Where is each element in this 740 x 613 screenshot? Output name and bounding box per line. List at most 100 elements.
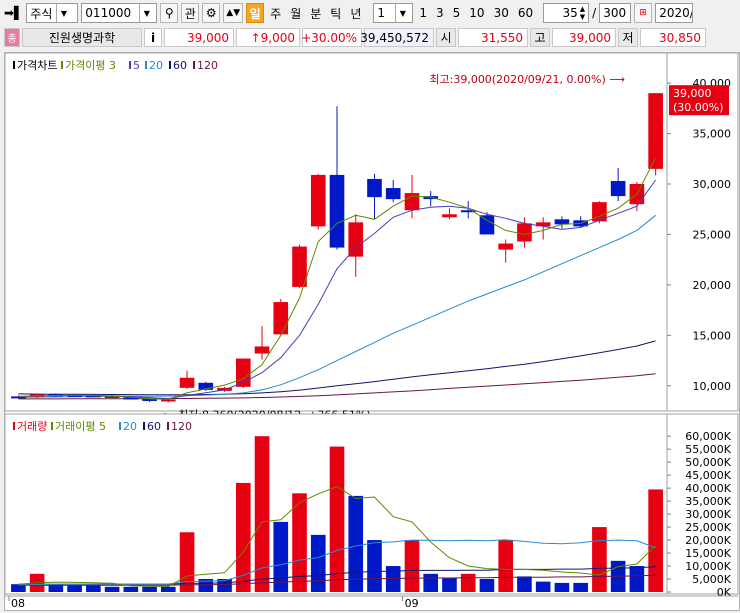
volume-tick-label: 5,000K (692, 573, 731, 586)
count-max-input[interactable]: 300 (599, 3, 632, 23)
candle-body (517, 223, 532, 242)
open-value: 31,550 (458, 28, 528, 47)
code-input[interactable]: 011000 ▼ (81, 3, 158, 23)
volume-value: 39,450,572 (360, 28, 434, 47)
candle-body (179, 377, 195, 388)
count-value: 35 (562, 6, 578, 20)
volume-bar (479, 579, 495, 592)
period-day-button[interactable]: 일 (246, 3, 265, 23)
stock-name: 진원생명과학 (22, 28, 142, 47)
chevron-down-icon: ▼ (139, 4, 153, 22)
legend-marker (167, 422, 169, 430)
price-tick-label: 10,000 (693, 380, 732, 393)
volume-bar (573, 582, 588, 592)
volume-bar (648, 489, 663, 592)
up-down-icon[interactable]: ▲▼ (223, 3, 244, 23)
volume-tick-label: 30,000K (685, 508, 731, 521)
range-60-button[interactable]: 60 (515, 6, 536, 20)
candle-body (254, 346, 270, 354)
stock-icon: 종 (4, 28, 20, 47)
candle-body (610, 180, 626, 197)
price-change-pct: +30.00% (301, 28, 362, 47)
legend-label-4: 60 (173, 59, 187, 72)
range-3-button[interactable]: 3 (433, 6, 447, 20)
zoom-icon[interactable]: ⊞ (634, 3, 653, 23)
volume-tick-label: 20,000K (685, 534, 731, 547)
volume-legend-label-3: 60 (147, 420, 161, 433)
chart-svg[interactable]: 가격차트 가격이평 3 5 20 60 120 10,000 15,000 20,000 25,0… (4, 52, 739, 610)
legend-label-2: 5 (133, 59, 140, 72)
chevron-down-icon: ▼ (56, 4, 70, 22)
high-annotation: 최고:39,000(2020/09/21, 0.00%) ⟶ (429, 73, 625, 86)
info-button[interactable]: i (144, 28, 162, 47)
volume-bar (367, 540, 382, 592)
volume-bar (86, 585, 101, 592)
interval-value: 1 (377, 6, 386, 20)
volume-bar (142, 586, 157, 592)
volume-legend-label-0: 거래량 (17, 420, 47, 433)
period-minute-button[interactable]: 분 (307, 5, 324, 22)
volume-legend-label-2: 20 (123, 420, 137, 433)
volume-bar (123, 586, 139, 592)
volume-bar (161, 586, 176, 592)
volume-tick-label: 50,000K (685, 456, 731, 469)
chevron-down-icon: ▼ (395, 4, 409, 22)
price-tick-label: 30,000 (693, 178, 732, 191)
market-select[interactable]: 주식 ▼ (26, 3, 79, 23)
date-input[interactable]: 2020/0 (655, 3, 694, 23)
range-5-button[interactable]: 5 (450, 6, 464, 20)
volume-bar (442, 577, 457, 592)
menu-arrow-icon[interactable]: ➡▌ (4, 6, 23, 20)
candle-body (292, 246, 307, 287)
period-tick-button[interactable]: 틱 (327, 5, 344, 22)
low-value: 30,850 (640, 28, 706, 47)
period-month-button[interactable]: 월 (287, 5, 304, 22)
date-value: 2020/0 (659, 6, 692, 20)
toolbar: ➡▌ 주식 ▼ 011000 ▼ ⚲ 관 ⚙ ▲▼ 일 주 월 분 틱 년 1 … (0, 0, 740, 26)
range-1-button[interactable]: 1 (416, 6, 430, 20)
volume-bar (404, 540, 420, 592)
code-value: 011000 (85, 6, 132, 20)
x-tick-label: 08 (11, 597, 25, 610)
legend-marker (13, 61, 15, 69)
legend-label-0: 가격차트 (17, 59, 57, 72)
candle-body (273, 302, 289, 335)
volume-tick-label: 15,000K (685, 547, 731, 560)
period-year-button[interactable]: 년 (347, 5, 364, 22)
volume-bar (67, 585, 82, 592)
legend-marker (143, 422, 145, 430)
legend-label-1: 가격이평 3 (65, 59, 116, 72)
last-pct-label: (30.00%) (673, 101, 724, 114)
legend-marker (129, 61, 131, 69)
search-icon[interactable]: ⚲ (160, 3, 179, 23)
volume-bar (498, 540, 513, 592)
chart-area[interactable]: 가격차트 가격이평 3 5 20 60 120 10,000 15,000 20,000 25,0… (4, 52, 740, 611)
legend-marker (193, 61, 195, 69)
high-label: 고 (530, 28, 550, 47)
range-30-button[interactable]: 30 (491, 6, 512, 20)
count-stepper[interactable]: 35 ▲ ▼ (543, 3, 590, 23)
volume-bar (629, 566, 645, 592)
interval-select[interactable]: 1 ▼ (373, 3, 414, 23)
candle-body (329, 174, 345, 248)
price-tick-label: 35,000 (693, 128, 732, 141)
count-max-value: 300 (603, 6, 627, 20)
volume-panel: 거래량 거래이평 5 20 60 120 0K5,000K10,000K15,000K20… (4, 413, 739, 610)
watchlist-button[interactable]: 관 (181, 3, 200, 23)
high-value: 39,000 (552, 28, 616, 47)
volume-tick-label: 0K (717, 586, 732, 599)
volume-tick-label: 10,000K (685, 560, 731, 573)
volume-legend-label-1: 거래이평 5 (55, 420, 106, 433)
period-week-button[interactable]: 주 (267, 5, 284, 22)
legend-marker (119, 422, 121, 430)
legend-marker (51, 422, 53, 430)
settings-icon[interactable]: ⚙ (202, 3, 221, 23)
candle-body (385, 188, 401, 200)
last-price-label: 39,000 (673, 87, 712, 100)
volume-bar (460, 573, 476, 592)
range-10-button[interactable]: 10 (466, 6, 487, 20)
market-value: 주식 (30, 6, 53, 21)
legend-label-5: 120 (197, 59, 218, 72)
legend-marker (61, 61, 63, 69)
candle-body (367, 178, 382, 198)
